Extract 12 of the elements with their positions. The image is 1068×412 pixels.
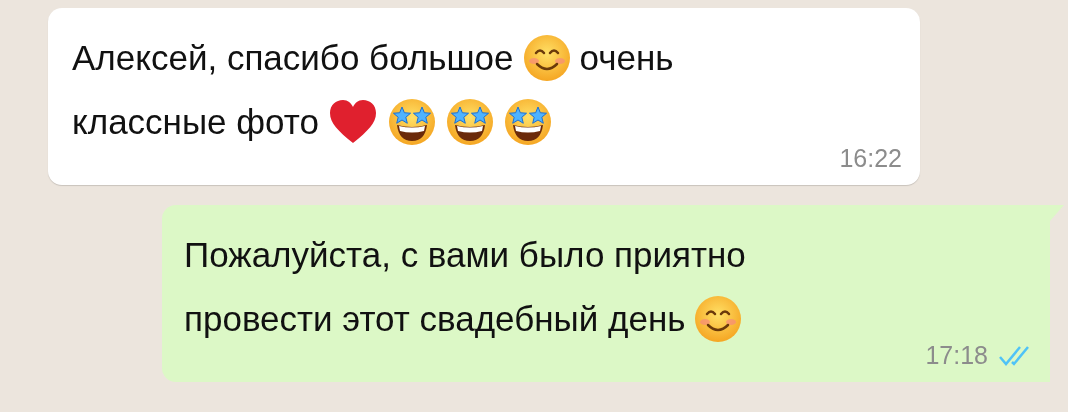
message-time: 17:18 — [925, 341, 988, 370]
message-text: очень — [579, 38, 674, 78]
message-text: Алексей, спасибо большое — [72, 38, 514, 78]
star-eyes-face-icon — [386, 97, 437, 147]
smiling-face-icon — [693, 294, 744, 344]
message-text: Пожалуйста, с вами было приятно — [184, 235, 746, 275]
smiling-face-icon — [521, 33, 572, 83]
star-eyes-face-icon — [444, 97, 495, 147]
star-eyes-face-icon — [502, 97, 553, 147]
message-text: провести этот свадебный день — [184, 299, 686, 339]
message-text: классные фото — [72, 102, 319, 142]
message-time: 16:22 — [839, 144, 902, 173]
